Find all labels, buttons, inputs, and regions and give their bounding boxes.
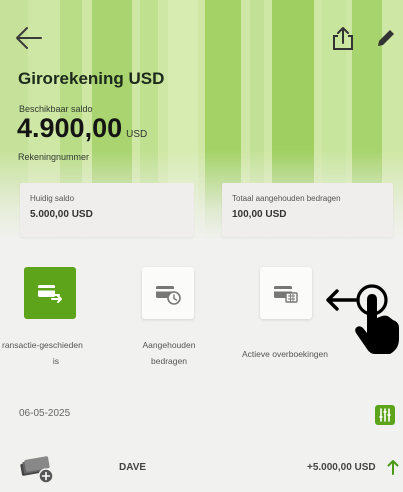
current-balance-card: Huidig saldo 5.000,00 USD: [20, 183, 194, 237]
share-icon[interactable]: [330, 26, 356, 52]
account-title: Girorekening USD: [18, 69, 165, 88]
card-label: Huidig saldo: [30, 194, 75, 203]
active-transfers-button[interactable]: [260, 267, 312, 319]
active-transfers-label: Actieve overboekingen: [241, 349, 328, 359]
transaction-history-label: ransactie-geschieden: [2, 340, 83, 350]
back-arrow-icon[interactable]: [14, 24, 44, 52]
held-amounts-button[interactable]: [142, 267, 194, 319]
held-amounts-label-line1: Aangehouden: [142, 340, 196, 350]
transaction-amount: +5.000,00 USD: [307, 462, 376, 473]
filter-button[interactable]: [375, 405, 395, 425]
transaction-name: DAVE: [119, 462, 147, 473]
active-transfers-icon: [274, 286, 298, 303]
balance-amount: 4.900,00: [17, 113, 123, 143]
held-amounts-total-card: Totaal aangehouden bedragen 100,00 USD: [222, 183, 393, 237]
transaction-history-button[interactable]: [24, 267, 76, 319]
balance-currency: USD: [126, 129, 148, 140]
filter-icon: [379, 408, 391, 422]
card-value: 100,00 USD: [232, 209, 287, 220]
hand-pointer-icon: [326, 284, 399, 354]
held-amounts-label: Aangehouden bedragen: [127, 337, 211, 369]
account-number-label: Rekeningnummer: [18, 152, 90, 162]
available-balance: 4.900,00 USD: [17, 113, 147, 144]
card-label: Totaal aangehouden bedragen: [232, 194, 341, 203]
edit-pencil-icon[interactable]: [374, 26, 398, 50]
transactions-date: 06-05-2025: [19, 408, 71, 419]
held-amounts-label-line2: bedragen: [151, 356, 187, 366]
card-value: 5.000,00 USD: [30, 209, 93, 220]
transfer-history-icon: [38, 285, 62, 303]
transaction-history-label-line2: is: [52, 356, 60, 366]
arrow-up-icon: [387, 460, 399, 475]
transaction-avatar-icon: [20, 456, 54, 484]
held-amounts-icon: [156, 286, 181, 305]
